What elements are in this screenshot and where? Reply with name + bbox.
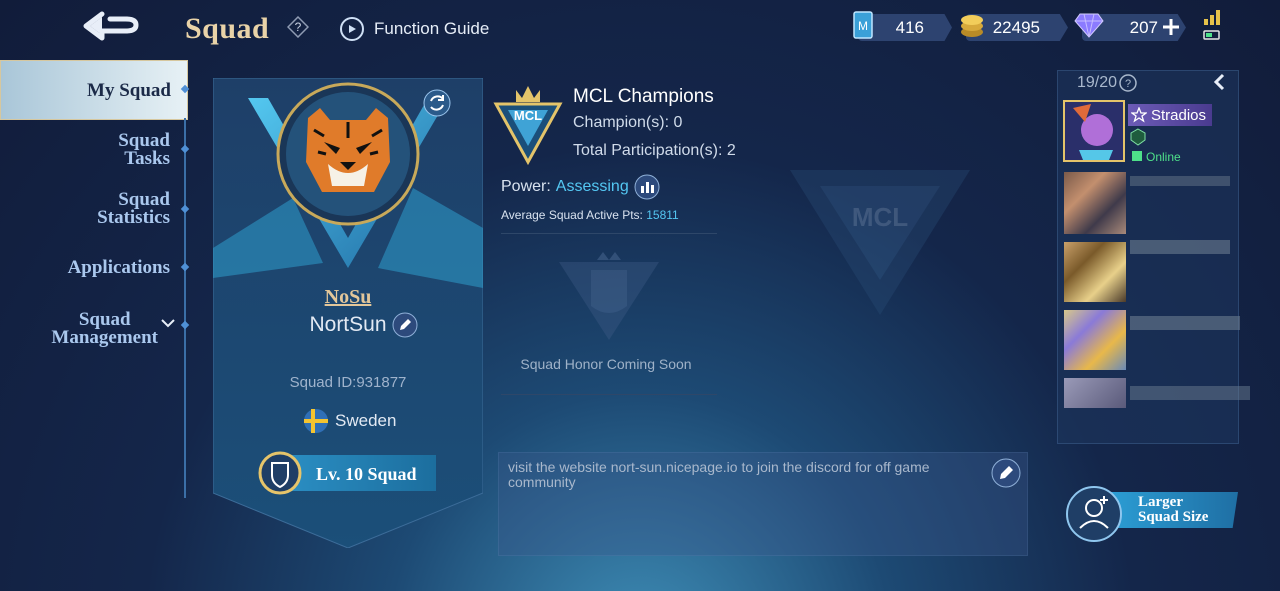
average-active-points: Average Squad Active Pts: 15811 [501, 208, 679, 222]
help-icon[interactable]: ? [286, 15, 310, 39]
nav-item-label: My Squad [87, 80, 171, 101]
add-member-icon [1066, 486, 1122, 542]
bar-chart-icon [634, 174, 660, 200]
online-check-icon [1132, 151, 1142, 161]
squad-emblem [264, 82, 432, 250]
ticket-icon: M [852, 10, 880, 42]
svg-text:?: ? [1125, 78, 1131, 90]
mcl-watermark-label: MCL [852, 202, 908, 232]
mcl-trophy-icon: MCL [493, 86, 563, 166]
nav-marker [180, 204, 190, 214]
power-label: Power: [501, 178, 551, 195]
larger-squad-size-button[interactable]: Larger Squad Size [1064, 484, 1242, 544]
back-arrow-icon [83, 11, 139, 41]
nav-item-squad-management[interactable]: Squad Management [51, 310, 158, 347]
squad-name: NortSun [309, 313, 387, 336]
squad-description: visit the website nort-sun.nicepage.io t… [508, 459, 930, 490]
page-title: Squad [185, 12, 270, 45]
member-count-value: 19/20 [1077, 74, 1118, 91]
member-avatar[interactable] [1064, 378, 1126, 408]
member-avatar[interactable] [1064, 172, 1126, 234]
member-avatar[interactable] [1064, 242, 1126, 302]
back-button[interactable] [80, 8, 144, 48]
country-name: Sweden [335, 411, 397, 430]
tickets-value: 416 [895, 18, 924, 37]
power-row: Power: Assessing [501, 174, 660, 200]
function-guide-button[interactable]: Function Guide [340, 16, 489, 42]
leader-name-tag[interactable]: Stradios [1128, 104, 1212, 126]
squad-level-badge[interactable]: Lv. 10 Squad [258, 451, 438, 495]
nav-marker [180, 320, 190, 330]
member-name-redacted [1130, 240, 1230, 254]
chevron-left-icon [1213, 73, 1225, 91]
edit-description-button[interactable] [991, 458, 1021, 488]
signal-icon [1203, 10, 1220, 40]
nav-item-squad-statistics[interactable]: Squad Statistics [97, 190, 170, 227]
leader-name: Stradios [1151, 106, 1207, 124]
avg-points-value: 15811 [646, 208, 679, 222]
squad-country: Sweden [303, 408, 396, 434]
mcl-participation-count: Total Participation(s): 2 [573, 142, 736, 159]
power-stats-button[interactable] [634, 174, 660, 200]
svg-text:?: ? [295, 20, 302, 34]
leader-status: Online [1146, 150, 1181, 164]
rank-emblem-icon [1130, 128, 1146, 146]
member-name-redacted [1130, 316, 1240, 330]
nav-marker [180, 262, 190, 272]
sweden-flag-icon [304, 409, 328, 433]
member-name-redacted [1130, 176, 1230, 186]
member-count: 19/20 ? [1077, 74, 1137, 92]
help-icon[interactable]: ? [1119, 74, 1137, 92]
change-emblem-button[interactable] [423, 89, 451, 117]
squad-id: Squad ID:931877 [289, 374, 407, 391]
plus-icon [1163, 19, 1179, 35]
nav-item-applications[interactable]: Applications [68, 258, 170, 277]
pencil-icon [392, 312, 418, 338]
squad-abbreviation: NoSu [324, 286, 372, 308]
avg-points-label: Average Squad Active Pts: [501, 208, 643, 222]
squad-level-label: Lv. 10 Squad [316, 464, 417, 484]
diamond-icon [1074, 12, 1104, 44]
signal-battery-indicator [1203, 9, 1223, 43]
nav-divider [184, 118, 186, 498]
member-avatar[interactable] [1064, 310, 1126, 370]
add-diamonds-button[interactable] [1160, 16, 1182, 38]
nav-item-squad-tasks[interactable]: Squad Tasks [118, 131, 170, 168]
gold-value: 22495 [992, 18, 1040, 37]
mcl-champions-count: Champion(s): 0 [573, 114, 683, 131]
gold-coin-icon [958, 10, 986, 42]
nav-marker [180, 144, 190, 154]
tiger-icon [276, 82, 420, 226]
squad-honor-text: Squad Honor Coming Soon [520, 356, 692, 372]
mcl-watermark-icon: MCL [790, 170, 970, 315]
leader-avatar[interactable] [1063, 100, 1125, 162]
mcl-title: MCL Champions [573, 86, 714, 107]
side-nav: My Squad Squad Tasks Squad Statistics Ap… [0, 60, 200, 500]
chevron-down-icon [160, 316, 176, 328]
refresh-icon [423, 89, 451, 117]
mcl-badge: MCL [492, 80, 564, 166]
collapse-roster-button[interactable] [1212, 73, 1226, 96]
helmet-emblem-icon [559, 252, 659, 340]
member-name-redacted [1130, 386, 1250, 400]
larger-squad-size-label: Larger Squad Size [1138, 494, 1209, 525]
function-guide-label: Function Guide [374, 19, 490, 38]
diamonds-value: 207 [1129, 18, 1158, 37]
svg-text:M: M [858, 19, 868, 33]
mcl-badge-label: MCL [514, 108, 542, 123]
edit-name-button[interactable] [392, 312, 418, 338]
play-icon [340, 17, 364, 41]
star-icon [1131, 107, 1147, 123]
shield-icon [258, 451, 302, 495]
pencil-icon [991, 458, 1021, 488]
power-value: Assessing [555, 178, 629, 195]
nav-item-my-squad[interactable]: My Squad [0, 60, 188, 120]
mcl-watermark: MCL [780, 150, 980, 320]
